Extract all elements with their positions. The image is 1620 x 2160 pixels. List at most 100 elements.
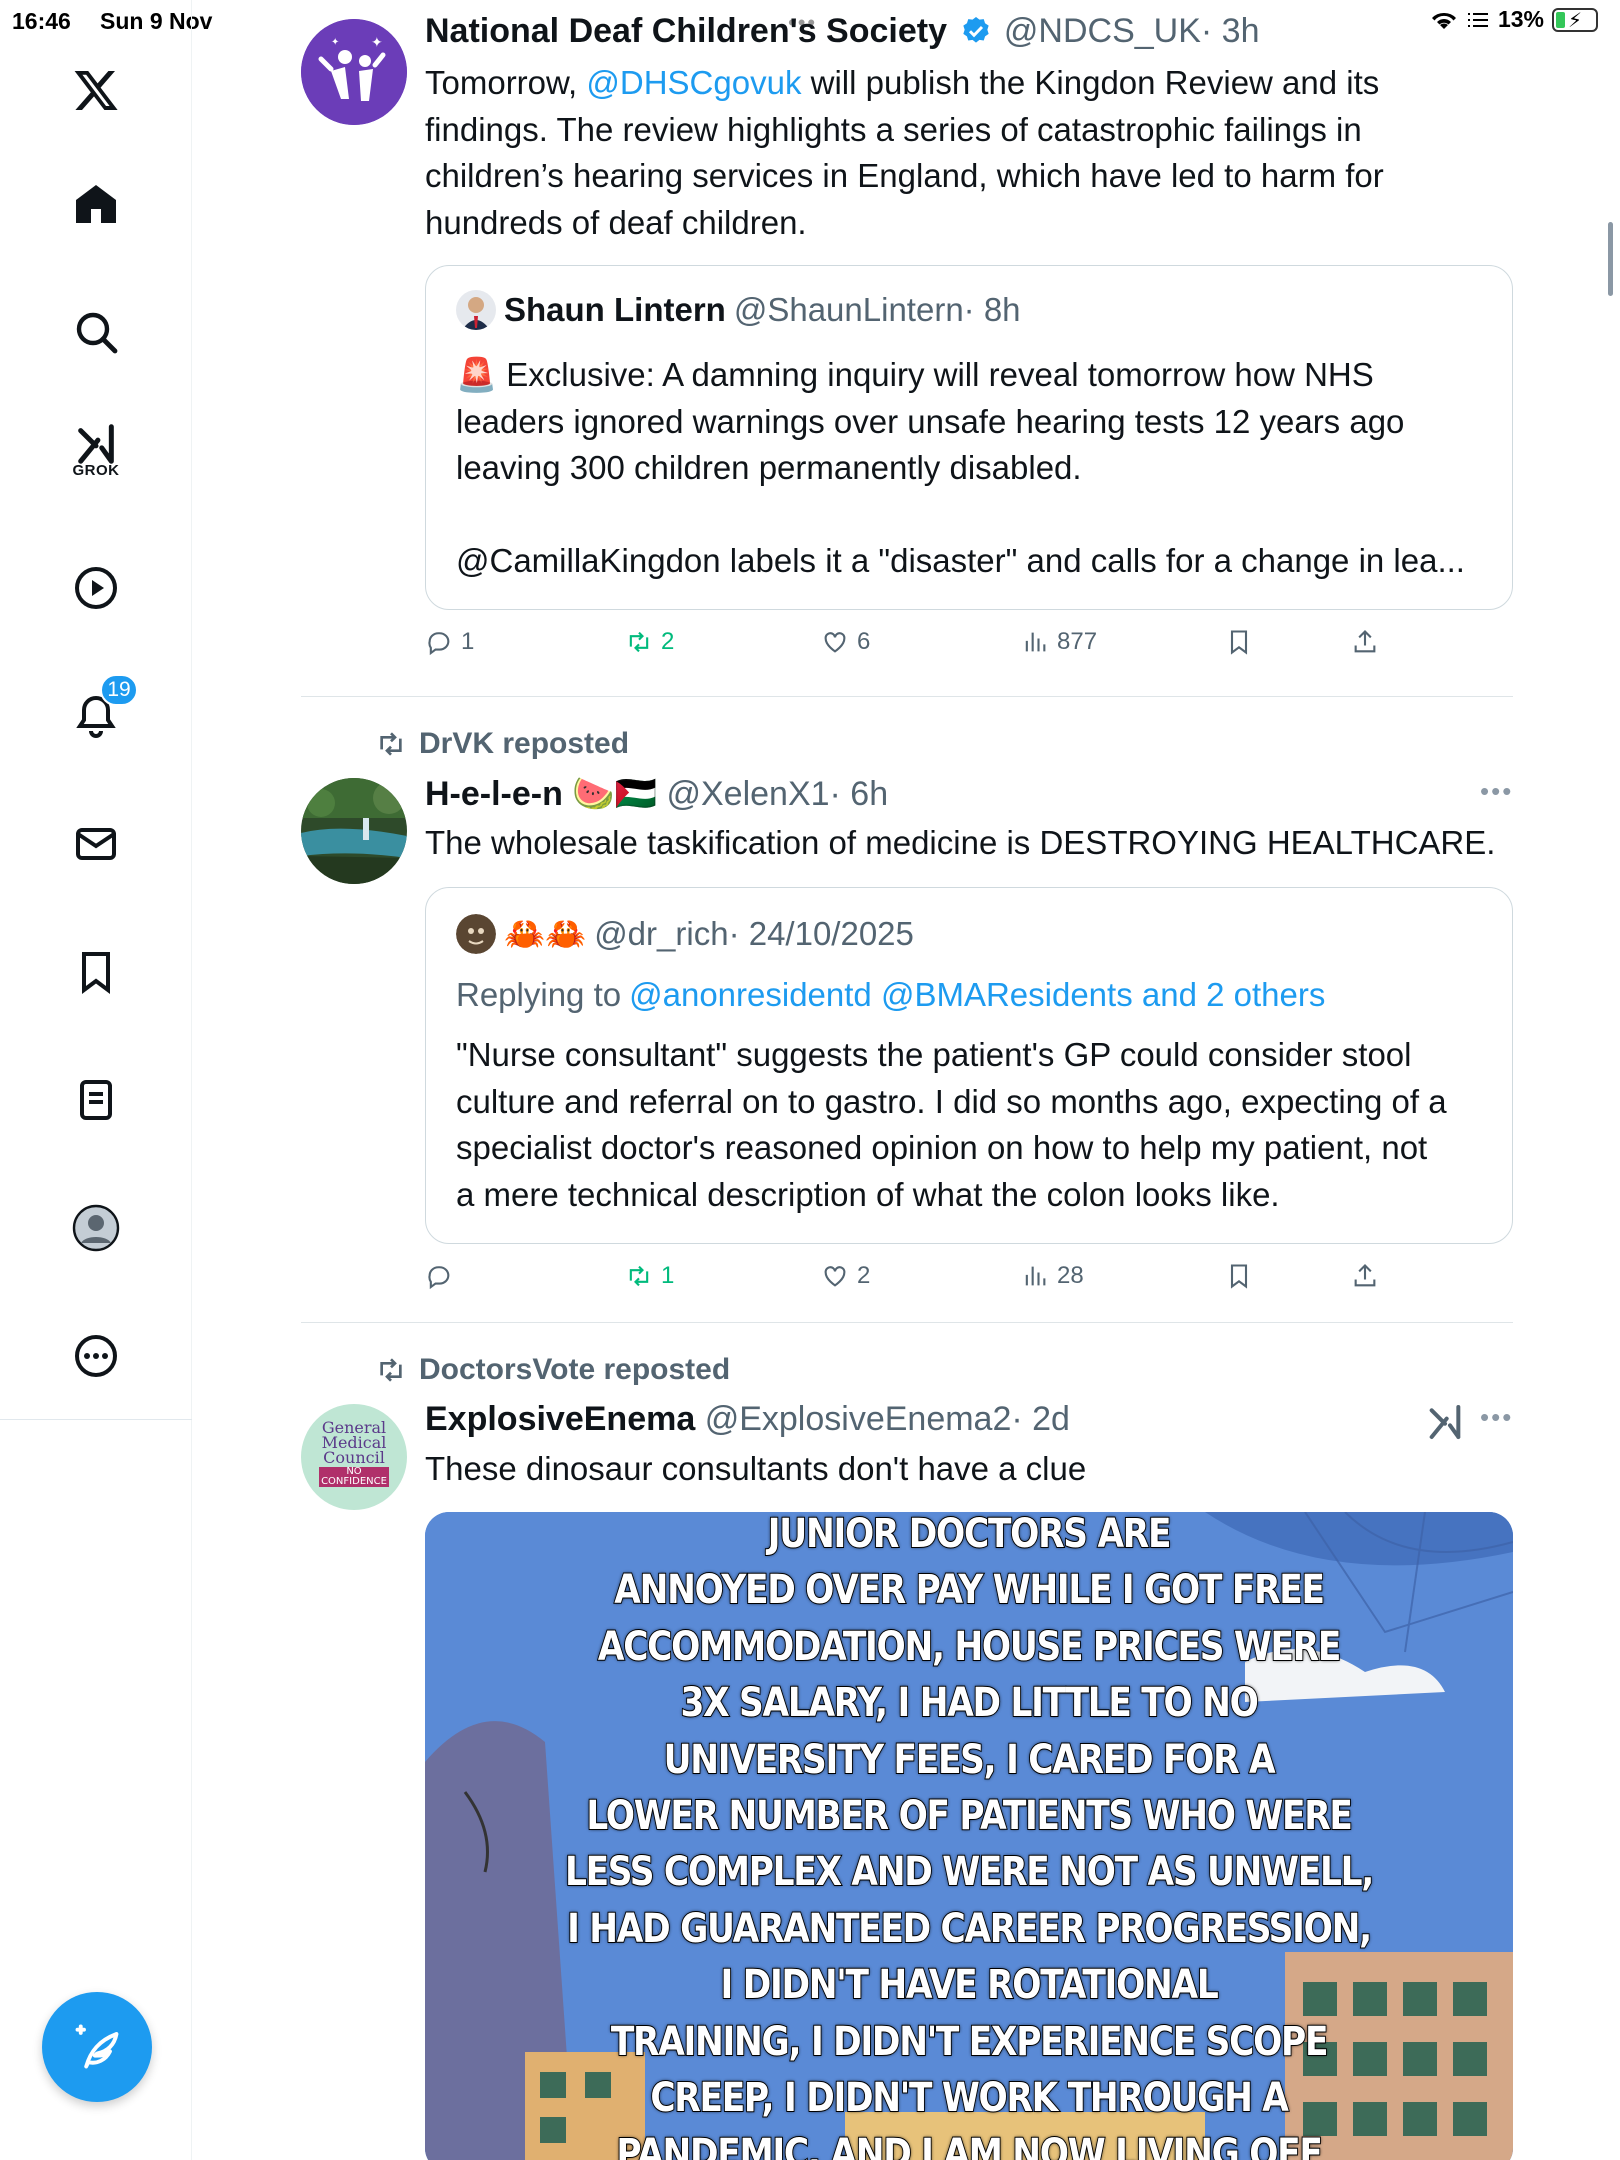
repost-button[interactable]: 2 bbox=[625, 628, 674, 656]
tweet-time[interactable]: · 2d bbox=[1011, 1400, 1070, 1438]
tweet-text-prefix: Tomorrow, bbox=[425, 64, 587, 101]
author-name[interactable]: H-e-l-e-n bbox=[425, 775, 563, 813]
svg-text:✦: ✦ bbox=[331, 37, 339, 48]
views-chart-icon bbox=[1025, 632, 1046, 652]
quote-line: "Nurse consultant" suggests the patient'… bbox=[456, 1036, 1412, 1073]
repost-count: 1 bbox=[661, 1262, 675, 1289]
author-handle[interactable]: @ExplosiveEnema2 bbox=[705, 1400, 1012, 1438]
author-handle[interactable]: @NDCS_UK bbox=[1004, 12, 1201, 50]
tweet-text-line: findings. The review highlights a series… bbox=[425, 110, 1362, 148]
views-chart-icon bbox=[1025, 1266, 1046, 1286]
sidebar: GROK 19 bbox=[0, 0, 192, 2160]
share-button[interactable] bbox=[1351, 628, 1379, 656]
bookmark-icon bbox=[1230, 1264, 1248, 1289]
bookmark-button[interactable] bbox=[1225, 628, 1253, 656]
like-count: 6 bbox=[857, 628, 871, 655]
quote-text: "Nurse consultant" suggests the patient'… bbox=[456, 1032, 1488, 1218]
replying-prefix: Replying to bbox=[456, 976, 622, 1013]
tweet-actions: 1 2 28 bbox=[425, 1262, 1513, 1302]
lists-icon[interactable] bbox=[64, 1068, 128, 1132]
reposted-by: DoctorsVote reposted bbox=[419, 1353, 731, 1386]
views-button[interactable]: 877 bbox=[1021, 628, 1097, 656]
repost-icon bbox=[380, 732, 402, 756]
scrollbar[interactable] bbox=[1608, 222, 1613, 296]
quote-author-emoji: 🦀🦀 bbox=[504, 914, 587, 952]
tweet-text: These dinosaur consultants don't have a … bbox=[425, 1450, 1087, 1487]
tweet-header: ExplosiveEnema @ExplosiveEnema2· 2d bbox=[425, 1400, 1070, 1439]
avatar[interactable]: ✦ ✦ bbox=[301, 19, 407, 125]
author-name[interactable]: ExplosiveEnema bbox=[425, 1400, 695, 1438]
repost-icon bbox=[380, 1358, 402, 1382]
repost-context[interactable]: DoctorsVote reposted bbox=[375, 1353, 730, 1387]
more-options-icon[interactable]: ••• bbox=[1480, 1402, 1513, 1433]
replying-to-links[interactable]: @anonresidentd @BMAResidents and 2 other… bbox=[629, 976, 1325, 1014]
profile-avatar-icon[interactable] bbox=[64, 1196, 128, 1260]
meme-caption: JUNIOR DOCTORS ARE ANNOYED OVER PAY WHIL… bbox=[564, 1512, 1375, 2160]
x-logo-icon[interactable] bbox=[64, 58, 128, 122]
reply-button[interactable]: 1 bbox=[425, 628, 474, 656]
tweet-separator bbox=[301, 1322, 1513, 1323]
share-button[interactable] bbox=[1351, 1262, 1379, 1290]
quote-line bbox=[456, 492, 1488, 539]
tweet-text-line: hundreds of deaf children. bbox=[425, 203, 807, 241]
quote-line: a mere technical description of what the… bbox=[456, 1175, 1280, 1213]
search-icon[interactable] bbox=[64, 300, 128, 364]
reply-icon bbox=[428, 632, 450, 656]
views-button[interactable]: 28 bbox=[1021, 1262, 1084, 1290]
like-count: 2 bbox=[857, 1262, 871, 1289]
video-icon[interactable] bbox=[64, 556, 128, 620]
avatar-gmc-text: General Medical Council NO CONFIDENCE bbox=[301, 1420, 407, 1487]
more-options-icon[interactable] bbox=[64, 1324, 128, 1388]
quote-line: specialist doctor's reasoned opinion on … bbox=[456, 1129, 1428, 1166]
repost-button[interactable]: 1 bbox=[625, 1262, 674, 1290]
timeline-feed[interactable]: ✦ ✦ National Deaf Children's Society @NDC… bbox=[193, 0, 1613, 2160]
heart-icon bbox=[824, 632, 846, 653]
tweet-time[interactable]: · 6h bbox=[830, 775, 889, 813]
reply-button[interactable] bbox=[425, 1262, 461, 1290]
bookmarks-icon[interactable] bbox=[64, 940, 128, 1004]
repost-context[interactable]: DrVK reposted bbox=[375, 727, 629, 761]
quoted-tweet[interactable]: Shaun Lintern @ShaunLintern· 8h 🚨 Exclus… bbox=[425, 265, 1513, 610]
avatar[interactable] bbox=[301, 778, 407, 884]
notifications-icon[interactable]: 19 bbox=[64, 674, 138, 748]
avatar-waterfall-image bbox=[301, 778, 407, 884]
repost-count: 2 bbox=[661, 628, 675, 655]
quote-author-handle[interactable]: @dr_rich· 24/10/2025 bbox=[594, 915, 914, 953]
author-name[interactable]: National Deaf Children's Society bbox=[425, 12, 947, 50]
bookmark-button[interactable] bbox=[1225, 1262, 1253, 1290]
quote-avatar bbox=[456, 914, 496, 954]
tweet-text: Tomorrow, @DHSCgovuk will publish the Ki… bbox=[425, 60, 1505, 246]
share-icon bbox=[1354, 630, 1376, 653]
quote-header: 🦀🦀 @dr_rich· 24/10/2025 bbox=[456, 914, 914, 954]
avatar[interactable]: General Medical Council NO CONFIDENCE bbox=[301, 1404, 407, 1510]
home-icon[interactable] bbox=[64, 172, 128, 236]
quoted-tweet[interactable]: 🦀🦀 @dr_rich· 24/10/2025 Replying to @ano… bbox=[425, 887, 1513, 1244]
reposted-by: DrVK reposted bbox=[419, 727, 630, 760]
tweet-media-image[interactable]: JUNIOR DOCTORS ARE ANNOYED OVER PAY WHIL… bbox=[425, 1512, 1513, 2160]
grok-explain-icon[interactable] bbox=[1425, 1402, 1465, 1442]
quote-author-name[interactable]: Shaun Lintern bbox=[504, 291, 726, 329]
share-icon bbox=[1354, 1264, 1376, 1287]
tweet-time[interactable]: · 3h bbox=[1201, 12, 1260, 50]
sidebar-divider bbox=[0, 1419, 192, 1420]
more-options-icon[interactable]: ••• bbox=[1480, 776, 1513, 807]
quote-text: 🚨 Exclusive: A damning inquiry will reve… bbox=[456, 352, 1488, 585]
messages-icon[interactable] bbox=[64, 812, 128, 876]
view-count: 28 bbox=[1057, 1262, 1084, 1289]
mention-link[interactable]: @DHSCgovuk bbox=[586, 64, 801, 101]
author-handle[interactable]: @XelenX1 bbox=[666, 775, 829, 813]
ndcs-logo-icon: ✦✦ bbox=[301, 19, 407, 125]
verified-badge-icon bbox=[963, 17, 990, 43]
grok-icon[interactable]: GROK bbox=[64, 420, 128, 484]
quote-header: Shaun Lintern @ShaunLintern· 8h bbox=[456, 290, 1021, 330]
compose-button[interactable] bbox=[42, 1992, 152, 2102]
quote-line: leaving 300 children permanently disable… bbox=[456, 449, 1082, 486]
bookmark-icon bbox=[1230, 630, 1248, 655]
like-button[interactable]: 2 bbox=[821, 1262, 870, 1290]
like-button[interactable]: 6 bbox=[821, 628, 870, 656]
quote-author-handle[interactable]: @ShaunLintern· 8h bbox=[734, 291, 1021, 329]
view-count: 877 bbox=[1057, 628, 1098, 655]
repost-icon bbox=[629, 631, 649, 653]
tweet-text-line1: will publish the Kingdon Review and its bbox=[801, 64, 1380, 101]
svg-text:✦: ✦ bbox=[371, 34, 383, 50]
